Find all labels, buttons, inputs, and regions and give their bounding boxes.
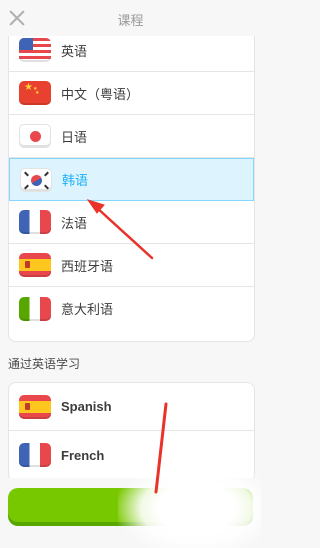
header-bar: 课程 bbox=[0, 0, 261, 36]
annotation-line bbox=[154, 402, 168, 494]
annotation-arrow-shaft bbox=[94, 205, 154, 260]
annotation-arrows bbox=[86, 199, 168, 494]
page-title: 课程 bbox=[117, 14, 144, 29]
